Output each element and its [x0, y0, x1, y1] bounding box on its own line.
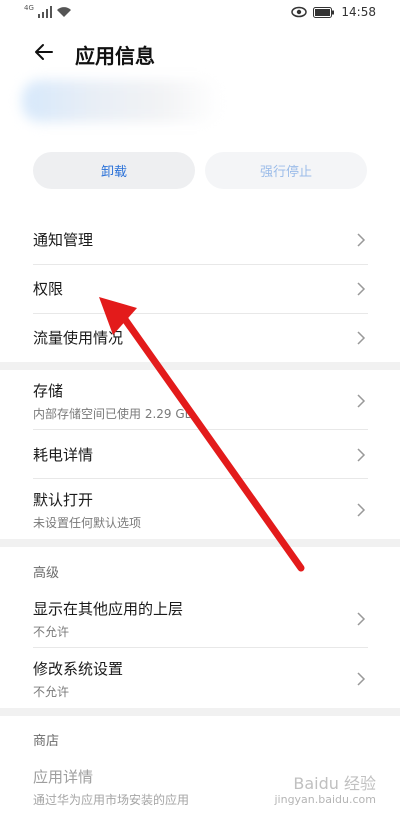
list-item-subtitle: 不允许	[33, 625, 70, 639]
list-item-battery[interactable]: 耗电详情	[33, 444, 368, 465]
section-label-advanced: 高级	[33, 566, 60, 581]
chevron-right-icon	[357, 672, 366, 686]
watermark-line1: Baidu 经验	[293, 773, 376, 793]
network-type-label: 4G	[24, 4, 34, 12]
list-item-open-by-default[interactable]: 默认打开 未设置任何默认选项	[33, 489, 368, 531]
chevron-right-icon	[357, 330, 366, 345]
list-item-label: 默认打开	[33, 491, 94, 509]
list-item-label: 显示在其他应用的上层	[33, 600, 184, 618]
divider	[33, 647, 368, 648]
status-bar: 4G 14:58	[0, 0, 400, 28]
list-item-modify-system-settings[interactable]: 修改系统设置 不允许	[33, 658, 368, 700]
back-arrow-icon[interactable]	[32, 40, 56, 64]
divider	[33, 478, 368, 479]
section-label-store: 商店	[33, 734, 60, 749]
watermark: Baidu 经验 jingyan.baidu.com	[274, 774, 376, 806]
chevron-right-icon	[357, 232, 366, 247]
clock: 14:58	[341, 5, 376, 19]
status-right: 14:58	[291, 5, 376, 19]
list-item-subtitle: 未设置任何默认选项	[33, 516, 142, 530]
app-name-blurred	[22, 80, 222, 122]
list-item-permissions[interactable]: 权限	[33, 278, 368, 299]
battery-icon	[313, 6, 335, 18]
list-item-label: 流量使用情况	[33, 329, 124, 347]
status-left: 4G	[24, 4, 72, 18]
uninstall-button[interactable]: 卸载	[33, 152, 195, 189]
divider	[33, 313, 368, 314]
force-stop-button[interactable]: 强行停止	[205, 152, 367, 189]
chevron-right-icon	[357, 612, 366, 626]
section-gap	[0, 708, 400, 716]
list-item-notifications[interactable]: 通知管理	[33, 229, 368, 250]
eye-comfort-icon	[291, 6, 308, 18]
list-item-storage[interactable]: 存储 内部存储空间已使用 2.29 GB	[33, 380, 368, 422]
list-item-subtitle: 内部存储空间已使用 2.29 GB	[33, 407, 193, 421]
divider	[33, 264, 368, 265]
chevron-right-icon	[357, 281, 366, 296]
list-item-label: 存储	[33, 382, 64, 400]
chevron-right-icon	[357, 447, 366, 462]
divider	[33, 429, 368, 430]
list-item-data-usage[interactable]: 流量使用情况	[33, 327, 368, 348]
list-item-subtitle: 不允许	[33, 685, 70, 699]
section-gap	[0, 362, 400, 370]
list-item-label: 通知管理	[33, 231, 94, 249]
list-item-display-over-apps[interactable]: 显示在其他应用的上层 不允许	[33, 598, 368, 640]
wifi-icon	[56, 7, 71, 17]
list-item-label: 耗电详情	[33, 446, 94, 464]
list-item-label: 权限	[33, 280, 64, 298]
app-bar: 应用信息	[0, 32, 400, 76]
chevron-right-icon	[357, 394, 366, 408]
watermark-line2: jingyan.baidu.com	[274, 792, 376, 806]
signal-icon	[37, 6, 52, 18]
chevron-right-icon	[357, 503, 366, 517]
list-item-label: 修改系统设置	[33, 660, 124, 678]
section-gap	[0, 539, 400, 547]
page-title: 应用信息	[75, 44, 155, 68]
